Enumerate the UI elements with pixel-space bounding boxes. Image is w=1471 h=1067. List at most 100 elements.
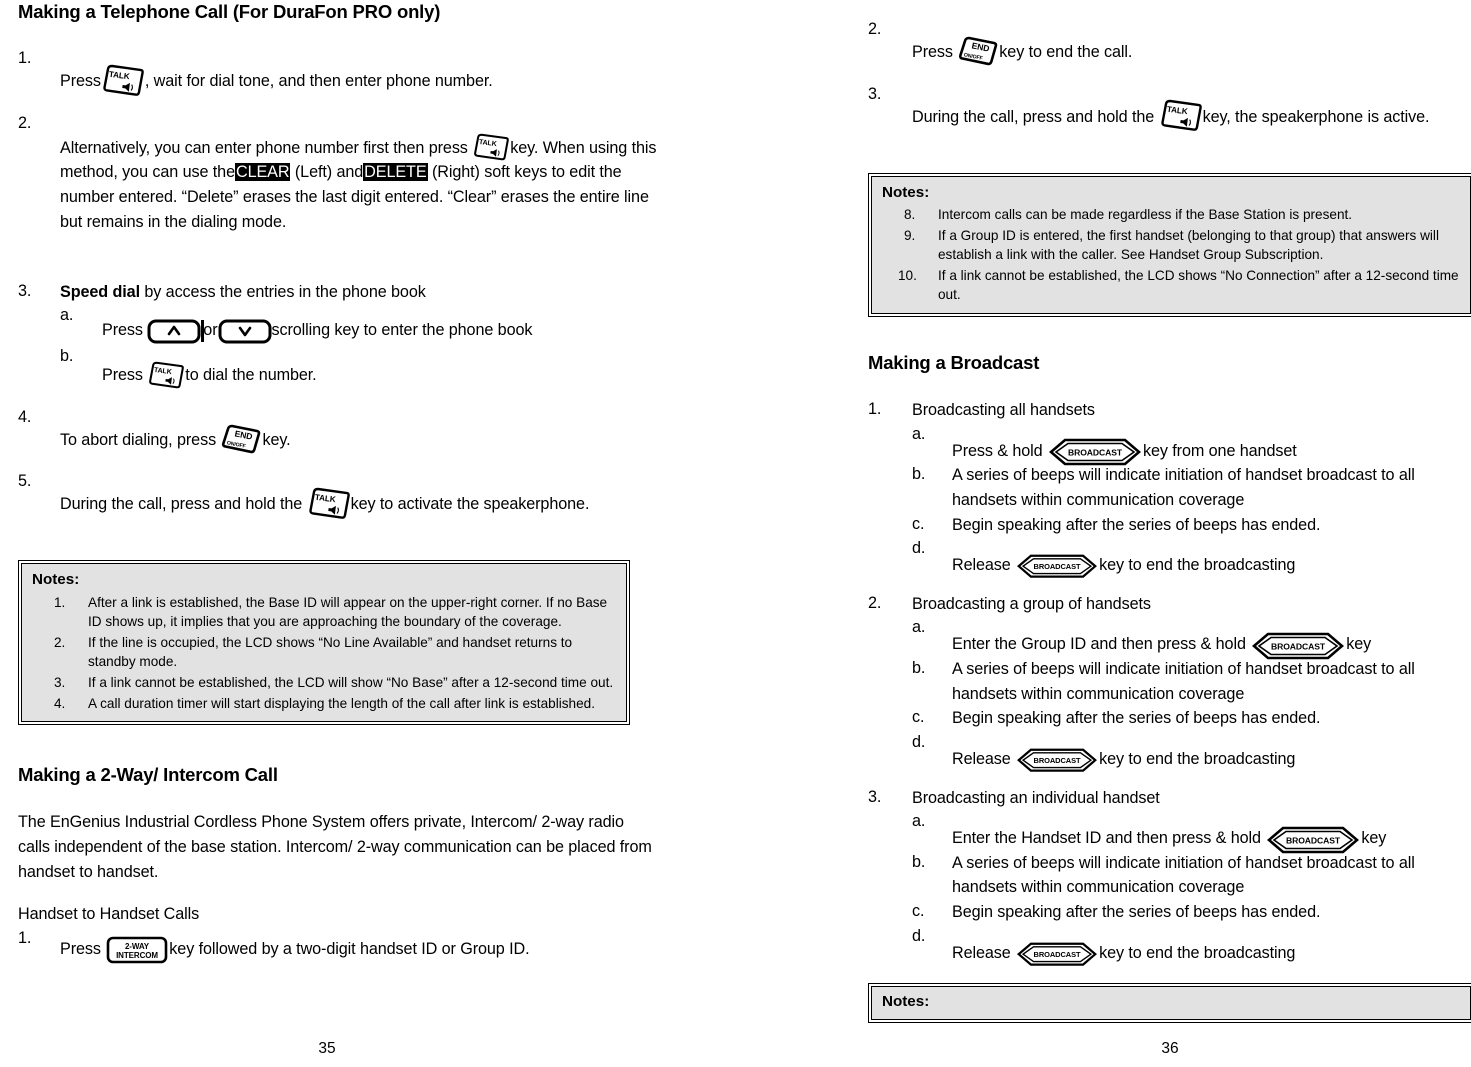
right-step-3-post-text: key, the speakerphone is active. bbox=[1202, 107, 1430, 126]
step-2-mid: (Left) and bbox=[294, 163, 364, 182]
step-1-pre-text: Press bbox=[60, 72, 101, 91]
right-content: 2. Press END ON/OFF key to end the call.… bbox=[868, 0, 1471, 1023]
broadcast-group-2-title: Broadcasting a group of handsets bbox=[912, 594, 1151, 613]
step-4-body: To abort dialing, press END ON/OFF key. bbox=[60, 406, 658, 454]
step-5-body: During the call, press and hold the TALK… bbox=[60, 470, 658, 519]
right-step-2-pre-text: Press bbox=[912, 43, 953, 61]
svg-text:BROADCAST: BROADCAST bbox=[1068, 448, 1123, 458]
right-step-3-body: During the call, press and hold the TALK… bbox=[912, 83, 1468, 132]
broadcast-1a-pre-text: Press & hold bbox=[952, 441, 1043, 460]
broadcast-2d-pre-text: Release bbox=[952, 749, 1011, 768]
right-step-3-pre-text: During the call, press and hold the bbox=[912, 107, 1155, 126]
step-2-pre-text: Alternatively, you can enter phone numbe… bbox=[60, 138, 468, 157]
broadcast-3d-post-text: key to end the broadcasting bbox=[1099, 943, 1296, 962]
note-number: 1. bbox=[54, 594, 66, 610]
page-number-left: 35 bbox=[318, 1040, 336, 1057]
broadcast-2a: a. Enter the Group ID and then press & h… bbox=[912, 616, 1468, 660]
right-step-2-post-text: key to end the call. bbox=[999, 43, 1133, 61]
step-4: 4. To abort dialing, press END ON/OFF ke… bbox=[18, 406, 658, 454]
broadcast-3c-text: Begin speaking after the series of beeps… bbox=[952, 903, 1321, 922]
broadcast-1c-marker: c. bbox=[912, 514, 925, 533]
broadcast-1d-post-text: key to end the broadcasting bbox=[1099, 556, 1296, 575]
notes-title: Notes: bbox=[32, 571, 80, 589]
broadcast-group-1-marker: 1. bbox=[868, 400, 882, 419]
notes-title: Notes: bbox=[882, 993, 930, 1011]
intercom-step-1-body: Press 2-WAY INTERCOM key followed by a t… bbox=[60, 927, 658, 964]
step-2: 2. Alternatively, you can enter phone nu… bbox=[18, 112, 658, 262]
broadcast-1c-text: Begin speaking after the series of beeps… bbox=[952, 515, 1321, 534]
page-column-right: 2. Press END ON/OFF key to end the call.… bbox=[736, 0, 1471, 1067]
document-page-spread: Making a Telephone Call (For DuraFon PRO… bbox=[0, 0, 1471, 1067]
broadcast-2b-text: A series of beeps will indicate initiati… bbox=[952, 660, 1415, 703]
broadcast-2a-marker: a. bbox=[912, 618, 926, 637]
broadcast-key-icon: BROADCAST bbox=[1017, 942, 1098, 967]
step-1-body: Press TALK , wait for dial tone, and the… bbox=[60, 47, 658, 97]
broadcast-2c: c. Begin speaking after the series of be… bbox=[912, 706, 1468, 731]
broadcast-1c: c. Begin speaking after the series of be… bbox=[912, 513, 1468, 538]
broadcast-1b-marker: b. bbox=[912, 465, 926, 484]
broadcast-group-3: 3. Broadcasting an individual handset a.… bbox=[868, 786, 1468, 966]
step-2-body: Alternatively, you can enter phone numbe… bbox=[60, 112, 658, 235]
note-number: 8. bbox=[904, 207, 916, 223]
broadcast-group-1: 1. Broadcasting all handsets a. Press & … bbox=[868, 398, 1468, 579]
notes-box-right-top-inner: Notes: 8. Intercom calls can be made reg… bbox=[871, 175, 1471, 314]
talk-key-icon: TALK bbox=[102, 64, 144, 97]
broadcast-2a-post-text: key bbox=[1346, 635, 1372, 654]
right-step-3-marker: 3. bbox=[868, 84, 882, 103]
talk-key-icon: TALK bbox=[1160, 99, 1202, 132]
broadcast-2c-marker: c. bbox=[912, 708, 925, 727]
page-title-telephone-call: Making a Telephone Call (For DuraFon PRO… bbox=[18, 1, 441, 22]
broadcast-1d: d. Release BROADCAST key to end the broa… bbox=[912, 537, 1468, 579]
broadcast-3a-body: Enter the Handset ID and then press & ho… bbox=[952, 810, 1468, 854]
notes-box-left: Notes: 1. After a link is established, t… bbox=[18, 560, 630, 726]
broadcast-3c-marker: c. bbox=[912, 902, 925, 921]
broadcast-3a-marker: a. bbox=[912, 812, 926, 831]
broadcast-2d-post-text: key to end the broadcasting bbox=[1099, 749, 1296, 768]
step-5-marker: 5. bbox=[18, 472, 32, 491]
notes-box-right-top: Notes: 8. Intercom calls can be made reg… bbox=[868, 172, 1471, 317]
step-3b: b. Press TALK to dial the number. bbox=[60, 345, 658, 389]
broadcast-group-3-marker: 3. bbox=[868, 787, 882, 806]
step-3a-pre-text: Press bbox=[102, 321, 143, 340]
broadcast-3a: a. Enter the Handset ID and then press &… bbox=[912, 810, 1468, 854]
note-text: A call duration timer will start display… bbox=[88, 695, 595, 711]
step-5-pre-text: During the call, press and hold the bbox=[60, 495, 303, 514]
note-item: 9. If a Group ID is entered, the first h… bbox=[882, 226, 1460, 265]
note-text: If the line is occupied, the LCD shows “… bbox=[88, 634, 573, 670]
broadcast-3b-marker: b. bbox=[912, 852, 926, 871]
svg-text:BROADCAST: BROADCAST bbox=[1271, 642, 1326, 652]
notes-box-right-bottom: Notes: bbox=[868, 983, 1471, 1023]
step-2-post-a: key. bbox=[510, 138, 539, 157]
svg-text:BROADCAST: BROADCAST bbox=[1034, 563, 1081, 572]
broadcast-1a-post-text: key from one handset bbox=[1142, 441, 1297, 460]
broadcast-1b-text: A series of beeps will indicate initiati… bbox=[952, 466, 1415, 509]
step-1: 1. Press TALK , wait for dial tone, and … bbox=[18, 47, 658, 97]
broadcast-1a: a. Press & hold BROADCAST key from one h… bbox=[912, 423, 1468, 466]
right-step-2-body: Press END ON/OFF key to end the call. bbox=[912, 18, 1468, 66]
step-3a-marker: a. bbox=[60, 306, 74, 325]
step-3b-body: Press TALK to dial the number. bbox=[102, 345, 658, 389]
broadcast-1d-marker: d. bbox=[912, 539, 926, 558]
step-1-post-text: , wait for dial tone, and then enter pho… bbox=[144, 72, 493, 91]
svg-text:2-WAY: 2-WAY bbox=[125, 942, 150, 951]
step-3b-marker: b. bbox=[60, 347, 74, 365]
broadcast-3b-text: A series of beeps will indicate initiati… bbox=[952, 853, 1415, 897]
svg-text:BROADCAST: BROADCAST bbox=[1034, 950, 1081, 959]
intercom-step-1-post-text: key followed by a two-digit handset ID o… bbox=[169, 939, 530, 958]
note-item: 2. If the line is occupied, the LCD show… bbox=[32, 633, 616, 672]
broadcast-1a-body: Press & hold BROADCAST key from one hand… bbox=[952, 423, 1468, 466]
note-number: 9. bbox=[904, 227, 916, 243]
note-text: Intercom calls can be made regardless if… bbox=[938, 207, 1353, 223]
broadcast-3d-pre-text: Release bbox=[952, 943, 1011, 962]
broadcast-group-3-title: Broadcasting an individual handset bbox=[912, 788, 1160, 807]
broadcast-2b-marker: b. bbox=[912, 659, 926, 678]
note-number: 3. bbox=[54, 675, 66, 691]
broadcast-key-icon: BROADCAST bbox=[1267, 826, 1360, 854]
broadcast-1a-marker: a. bbox=[912, 424, 926, 443]
broadcast-2a-body: Enter the Group ID and then press & hold… bbox=[952, 616, 1468, 660]
talk-key-icon: TALK bbox=[473, 133, 510, 161]
broadcast-3a-pre-text: Enter the Handset ID and then press & ho… bbox=[952, 829, 1261, 848]
broadcast-key-icon: BROADCAST bbox=[1017, 748, 1098, 773]
note-item: 3. If a link cannot be established, the … bbox=[32, 673, 616, 693]
right-step-2-marker: 2. bbox=[868, 20, 882, 38]
